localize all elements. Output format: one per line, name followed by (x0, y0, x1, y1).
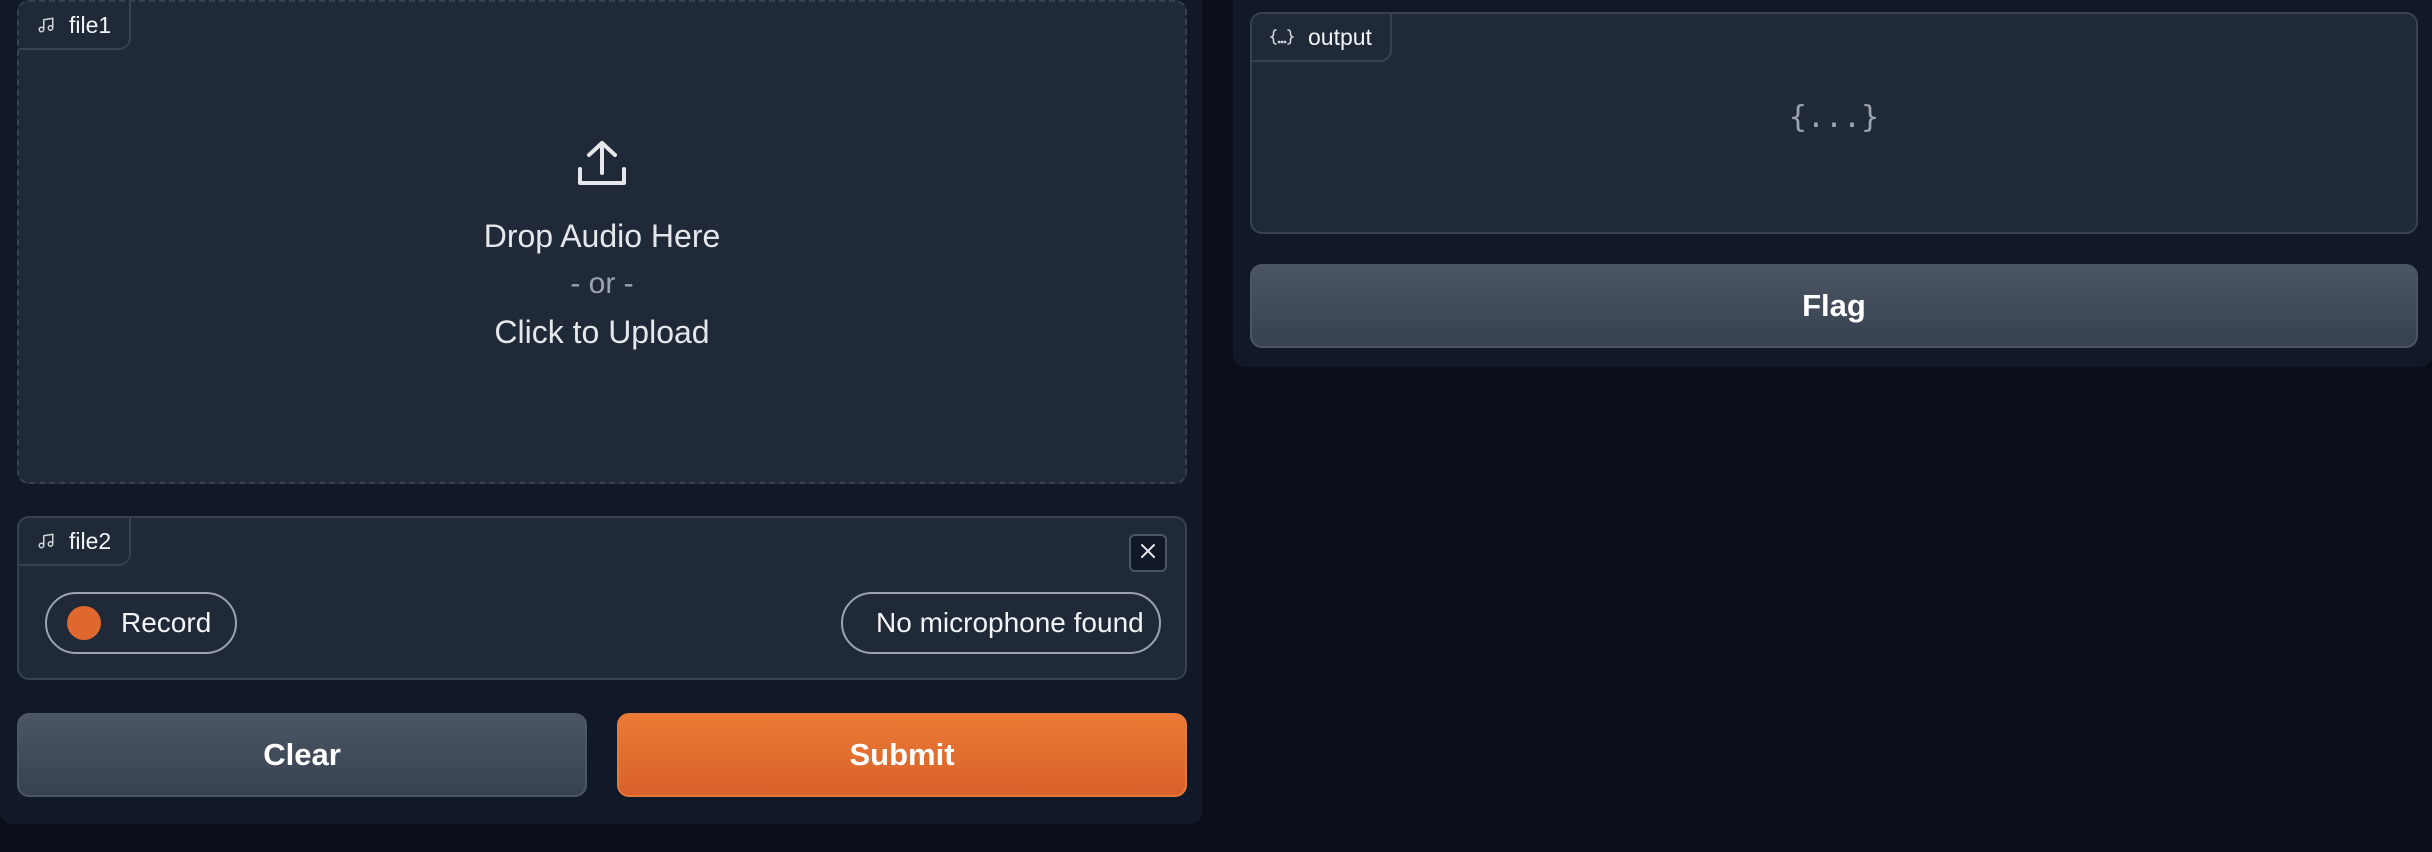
output-panel: output {...} Flag (1233, 0, 2432, 367)
record-button[interactable]: Record (45, 592, 237, 654)
submit-button[interactable]: Submit (617, 713, 1187, 797)
json-empty-placeholder: {...} (1788, 100, 1880, 135)
output-label: output (1252, 14, 1392, 62)
json-braces-icon (1270, 28, 1294, 46)
flag-button-label: Flag (1802, 288, 1866, 323)
drop-audio-text: Drop Audio Here (483, 217, 721, 254)
microphone-select[interactable]: No microphone found (841, 592, 1161, 654)
music-note-icon (37, 532, 55, 550)
click-to-upload-text: Click to Upload (494, 313, 710, 350)
record-dot-icon (67, 606, 101, 640)
audio-drop-zone[interactable]: Drop Audio Here - or - Click to Upload (19, 2, 1185, 482)
close-icon (1139, 542, 1157, 565)
file2-label: file2 (19, 518, 132, 566)
file2-record-block: file2 Record No microphone found (17, 516, 1187, 680)
input-panel: file1 Drop Audio Here - or - Click to Up… (0, 0, 1202, 824)
clear-button[interactable]: Clear (17, 713, 587, 797)
clear-button-label: Clear (263, 737, 341, 772)
microphone-status-text: No microphone found (876, 607, 1144, 638)
file2-label-text: file2 (69, 527, 112, 554)
file1-upload-block[interactable]: file1 Drop Audio Here - or - Click to Up… (17, 0, 1187, 484)
or-separator-text: - or - (570, 266, 634, 300)
upload-icon (576, 139, 628, 194)
flag-button[interactable]: Flag (1250, 264, 2418, 348)
clear-audio-button[interactable] (1129, 534, 1167, 572)
submit-button-label: Submit (849, 737, 955, 772)
output-json-block: output {...} (1250, 12, 2418, 234)
record-label: Record (121, 607, 212, 638)
output-label-text: output (1308, 23, 1372, 50)
